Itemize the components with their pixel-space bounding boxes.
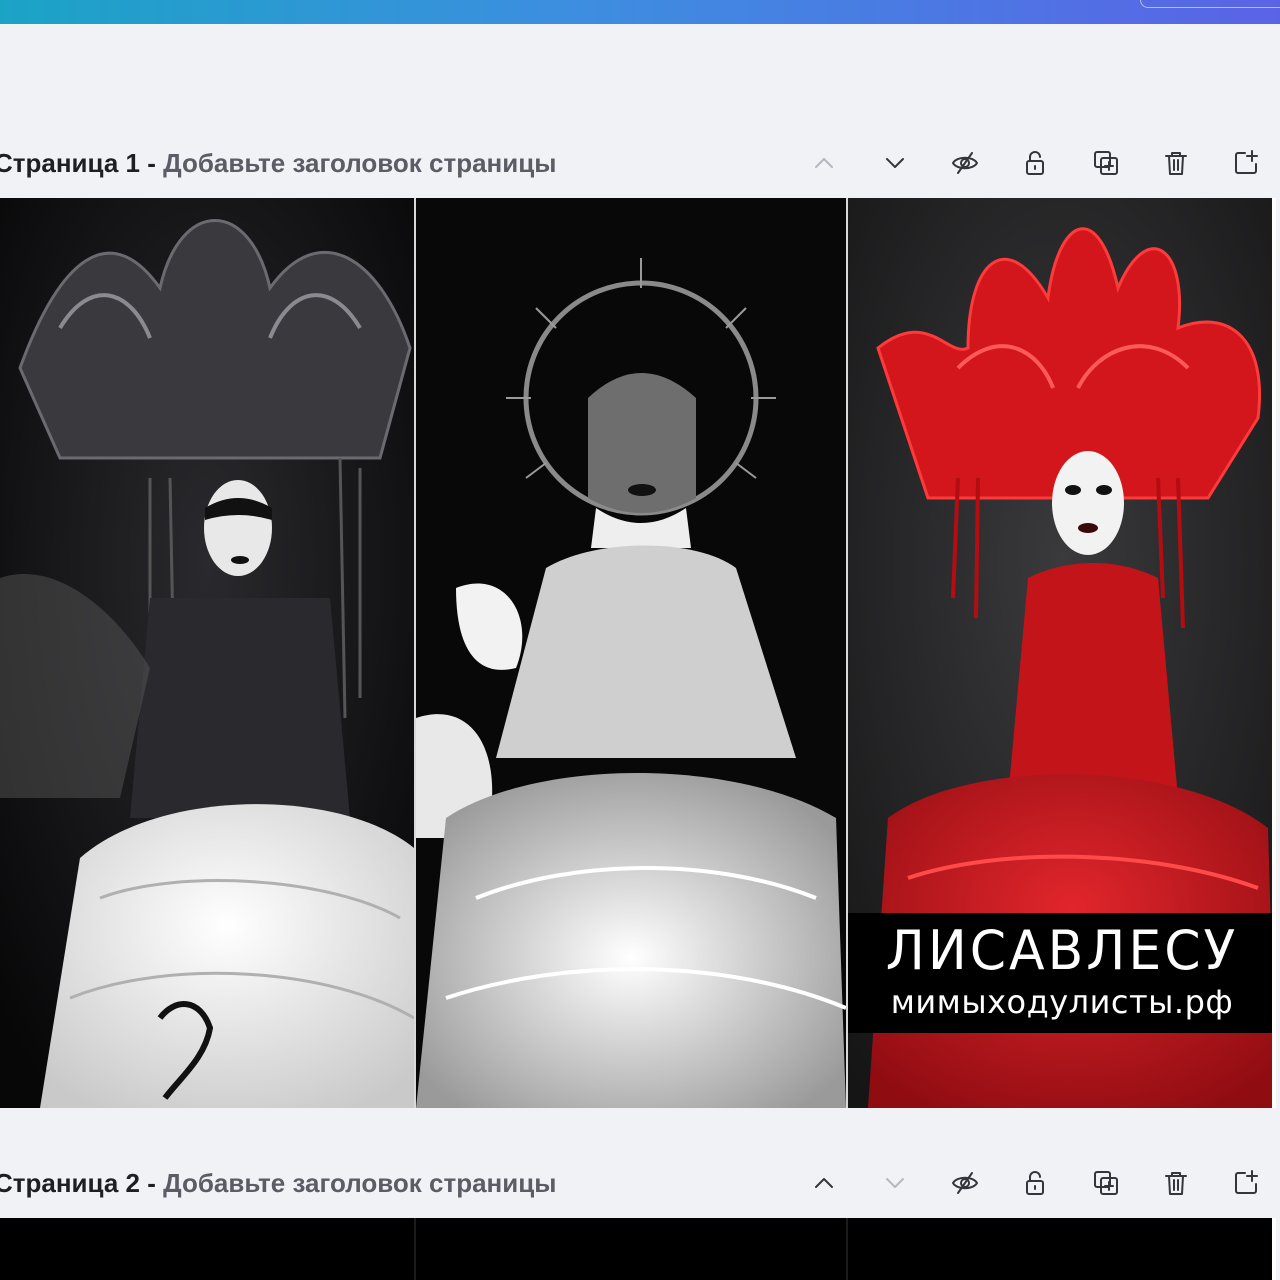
move-page-up-button[interactable] <box>804 1163 844 1203</box>
title-separator: - <box>147 1167 164 1198</box>
photo-white-costume[interactable] <box>416 198 846 1108</box>
trash-icon <box>1165 152 1187 175</box>
brand-website: мимыходулисты.рф <box>890 983 1234 1021</box>
lock-icon <box>1026 151 1044 175</box>
page-2-title[interactable]: Страница 2 - Добавьте заголовок страницы <box>0 1168 556 1199</box>
move-page-down-button[interactable] <box>875 143 915 183</box>
duplicate-page-button[interactable] <box>1086 1163 1126 1203</box>
title-separator: - <box>147 147 164 178</box>
panel-divider <box>414 1218 416 1280</box>
photo-black-costume[interactable] <box>0 198 414 1108</box>
hide-page-button[interactable] <box>945 1163 985 1203</box>
page-1-canvas[interactable]: ЛИСАВЛЕСУ мимыходулисты.рф <box>0 198 1276 1108</box>
add-page-button[interactable] <box>1226 1163 1266 1203</box>
page-1-title[interactable]: Страница 1 - Добавьте заголовок страницы <box>0 148 556 179</box>
add-page-icon <box>1235 1170 1258 1194</box>
top-bar-button[interactable] <box>1140 0 1280 8</box>
hide-eye-icon <box>952 152 978 174</box>
page-number-label: Страница 2 <box>0 1167 140 1198</box>
chevron-down-icon <box>886 1178 904 1188</box>
add-page-icon <box>1235 150 1258 174</box>
page-2-header: Страница 2 - Добавьте заголовок страницы <box>0 1153 1280 1213</box>
page-title-placeholder[interactable]: Добавьте заголовок страницы <box>163 148 556 178</box>
chevron-down-icon <box>886 158 904 168</box>
lock-page-button[interactable] <box>1015 1163 1055 1203</box>
browser-top-bar <box>0 0 1280 24</box>
add-page-button[interactable] <box>1226 143 1266 183</box>
move-page-up-button[interactable] <box>804 143 844 183</box>
trash-icon <box>1165 1172 1187 1195</box>
brand-logo-block[interactable]: ЛИСАВЛЕСУ мимыходулисты.рф <box>848 913 1272 1033</box>
panel-divider <box>846 1218 848 1280</box>
chevron-up-icon <box>815 158 833 168</box>
delete-page-button[interactable] <box>1156 1163 1196 1203</box>
chevron-up-icon <box>815 1178 833 1188</box>
page-1-header: Страница 1 - Добавьте заголовок страницы <box>0 133 1280 193</box>
move-page-down-button[interactable] <box>875 1163 915 1203</box>
page-2-canvas[interactable] <box>0 1218 1276 1280</box>
hide-page-button[interactable] <box>945 143 985 183</box>
brand-name: ЛИСАВЛЕСУ <box>885 919 1239 983</box>
lock-page-button[interactable] <box>1015 143 1055 183</box>
page-title-placeholder[interactable]: Добавьте заголовок страницы <box>163 1168 556 1198</box>
hide-eye-icon <box>952 1172 978 1194</box>
duplicate-icon <box>1094 151 1118 175</box>
page-number-label: Страница 1 <box>0 147 140 178</box>
duplicate-page-button[interactable] <box>1086 143 1126 183</box>
duplicate-icon <box>1094 1171 1118 1195</box>
delete-page-button[interactable] <box>1156 143 1196 183</box>
lock-icon <box>1026 1171 1044 1195</box>
